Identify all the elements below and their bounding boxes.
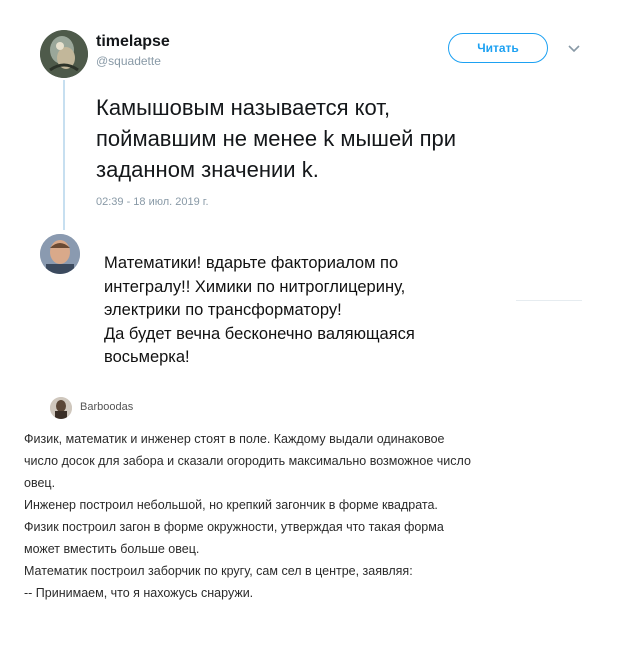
reply-avatar[interactable] [40, 234, 80, 274]
comment-text: Физик, математик и инженер стоят в поле.… [24, 428, 614, 604]
reply-text-line: восьмерка! [104, 348, 190, 366]
comment-text-line: Физик построил загон в форме окружности,… [24, 520, 444, 534]
tweet-timestamp[interactable]: 02:39 - 18 июл. 2019 г. [96, 196, 209, 208]
follow-button[interactable]: Читать [448, 33, 548, 63]
reply-text-line: Да будет вечна бесконечно валяющаяся [104, 324, 415, 343]
thread-connector-line [63, 80, 65, 230]
tweet-text-line: заданном значении k. [96, 157, 319, 182]
reply-text-line: интегралу!! Химики по нитроглицерину, [104, 277, 406, 296]
comment-avatar[interactable] [50, 397, 72, 419]
comment-text-line: число досок для забора и сказали огороди… [24, 454, 471, 468]
tweet-text: Камышовым называется кот, поймавшим не м… [96, 92, 566, 185]
comment-text-line: Физик, математик и инженер стоят в поле.… [24, 432, 445, 446]
comment-text-line: может вместить больше овец. [24, 542, 200, 556]
comment-avatar-image [50, 397, 72, 419]
author-handle[interactable]: @squadette [96, 54, 161, 68]
avatar-image [40, 30, 88, 78]
comment-text-line: овец. [24, 476, 56, 490]
reply-text-line: электрики по трансформатору! [104, 301, 342, 319]
chevron-down-icon[interactable] [566, 40, 582, 56]
tweet-text-line: поймавшим не менее k мышей при [96, 126, 457, 151]
comment-author[interactable]: Barboodas [80, 401, 133, 413]
comment-text-line: Инженер построил небольшой, но крепкий з… [24, 498, 438, 512]
author-name[interactable]: timelapse [96, 33, 170, 51]
reply-avatar-image [40, 234, 80, 274]
comment-text-line: -- Принимаем, что я нахожусь снаружи. [24, 586, 254, 600]
reply-text-line: Математики! вдарьте факториалом по [104, 254, 399, 272]
reply-text: Математики! вдарьте факториалом по интег… [104, 252, 524, 370]
tweet-text-line: Камышовым называется кот, [96, 95, 391, 120]
author-avatar[interactable] [40, 30, 88, 78]
comment-text-line: Математик построил заборчик по кругу, са… [24, 564, 413, 578]
divider [516, 300, 582, 301]
